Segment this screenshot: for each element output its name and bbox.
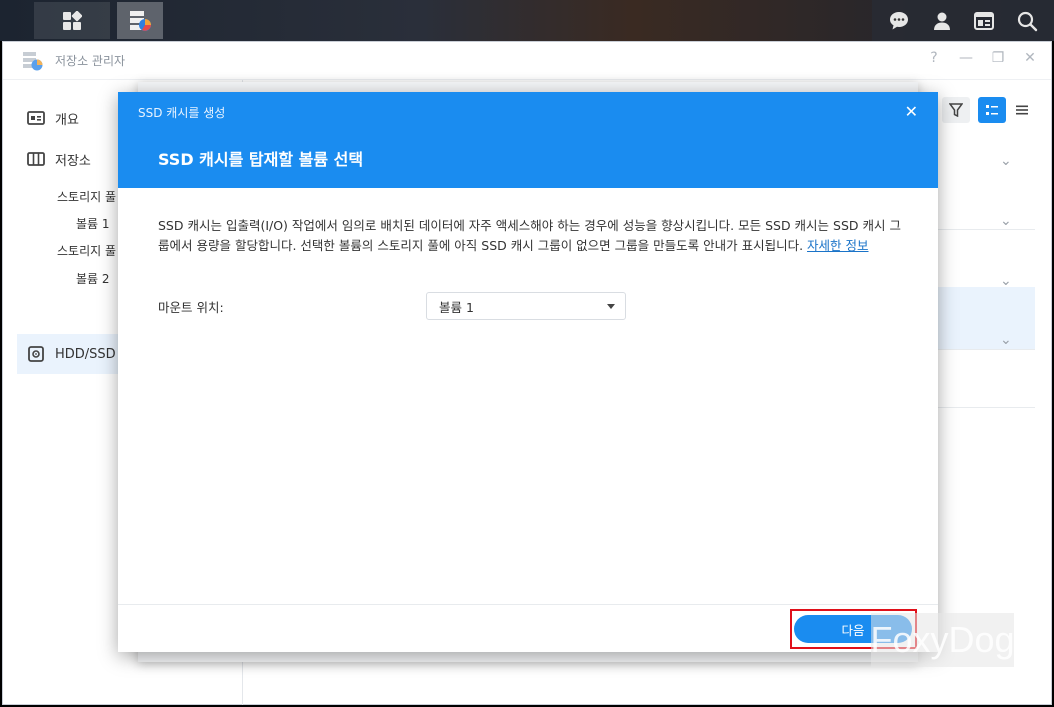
sidebar-item-label: 저장소 (55, 153, 91, 169)
compact-view-button[interactable] (1008, 97, 1036, 123)
grid-icon (63, 10, 82, 30)
caret-down-icon (607, 304, 615, 309)
window-title: 저장소 관리자 (55, 54, 126, 68)
window-title-bar[interactable]: 저장소 관리자 (3, 42, 1051, 80)
overview-icon (27, 111, 45, 125)
list-view-icon (986, 105, 998, 115)
sidebar-subitem-volume-1[interactable]: 볼륨 1 (76, 215, 110, 232)
filter-icon (949, 103, 963, 117)
mount-location-label: 마운트 위치: (158, 300, 224, 315)
mount-location-select[interactable]: 볼륨 1 (426, 292, 626, 320)
sidebar-item-label: HDD/SSD (55, 346, 116, 362)
sidebar-item-label: 개요 (55, 112, 79, 128)
watermark: FoxyDog (870, 613, 1015, 667)
chevron-down-icon[interactable]: ⌄ (1000, 213, 1012, 229)
widgets-icon[interactable] (969, 6, 999, 36)
chevron-down-icon[interactable]: ⌄ (1000, 332, 1012, 348)
help-button[interactable]: ? (927, 50, 941, 66)
menu-icon (1016, 105, 1028, 115)
dialog-description: SSD 캐시는 입출력(I/O) 작업에서 임의로 배치된 데이터에 자주 액세… (158, 216, 902, 256)
sidebar-item-hdd-ssd[interactable]: HDD/SSD (17, 336, 116, 372)
dialog-small-title: SSD 캐시를 생성 (138, 106, 226, 120)
sidebar-subitem-storage-pool-1[interactable]: 스토리지 풀 (57, 188, 116, 205)
window-controls: ? — ❐ ✕ (927, 50, 1037, 66)
sidebar-subitem-storage-pool-2[interactable]: 스토리지 풀 (57, 242, 116, 259)
learn-more-link[interactable]: 자세한 정보 (807, 238, 868, 253)
dialog-close-button[interactable]: ✕ (905, 102, 918, 121)
storage-manager-app-icon (23, 51, 43, 70)
sidebar-subitem-volume-2[interactable]: 볼륨 2 (76, 270, 110, 287)
minimize-button[interactable]: — (959, 50, 973, 66)
chat-icon[interactable] (884, 6, 914, 36)
close-window-button[interactable]: ✕ (1023, 50, 1037, 66)
mount-location-value: 볼륨 1 (439, 299, 474, 315)
storage-icon (27, 152, 45, 166)
sidebar-item-overview[interactable]: 개요 (17, 100, 79, 136)
dialog-step-title: SSD 캐시를 탑재할 볼륨 선택 (158, 150, 364, 169)
create-ssd-cache-dialog: SSD 캐시를 생성 ✕ SSD 캐시를 탑재할 볼륨 선택 SSD 캐시는 입… (118, 92, 938, 652)
dialog-header: SSD 캐시를 생성 ✕ SSD 캐시를 탑재할 볼륨 선택 (118, 92, 938, 188)
taskbar-right-tray (872, 0, 1054, 41)
main-menu-button[interactable] (34, 2, 110, 39)
storage-manager-taskbar-button[interactable] (117, 2, 163, 39)
chevron-down-icon[interactable]: ⌄ (1000, 273, 1012, 289)
filter-button[interactable] (942, 97, 970, 123)
search-icon[interactable] (1012, 6, 1042, 36)
storage-manager-icon (130, 10, 151, 31)
maximize-button[interactable]: ❐ (991, 50, 1005, 66)
list-view-button[interactable] (978, 97, 1006, 123)
chevron-down-icon[interactable]: ⌄ (1000, 153, 1012, 169)
sidebar-item-storage[interactable]: 저장소 (17, 141, 91, 177)
user-icon[interactable] (927, 6, 957, 36)
taskbar (0, 0, 1054, 41)
description-text: SSD 캐시는 입출력(I/O) 작업에서 임의로 배치된 데이터에 자주 액세… (158, 218, 901, 253)
hdd-icon (28, 346, 44, 362)
